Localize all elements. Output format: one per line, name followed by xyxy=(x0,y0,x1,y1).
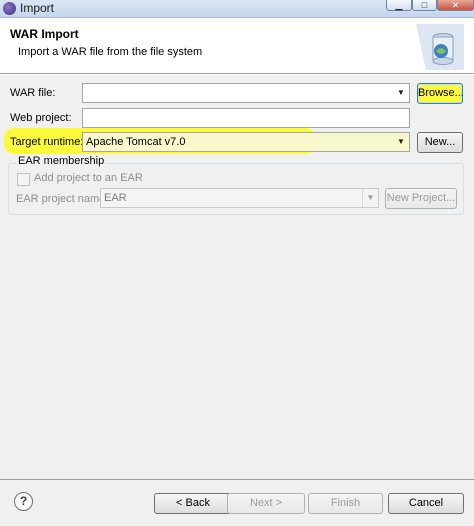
maximize-button[interactable]: □ xyxy=(412,0,437,11)
back-button[interactable]: < Back xyxy=(154,493,232,514)
wizard-banner-icon xyxy=(416,24,464,70)
wizard-header: WAR Import Import a WAR file from the fi… xyxy=(0,18,474,74)
web-project-label: Web project: xyxy=(10,112,72,124)
cancel-button[interactable]: Cancel xyxy=(388,493,464,514)
wizard-content: WAR file: ▼ Browse... Web project: Targe… xyxy=(0,75,474,526)
window-title: Import xyxy=(20,1,55,15)
footer-separator xyxy=(0,479,474,480)
add-to-ear-label: Add project to an EAR xyxy=(34,172,143,184)
add-to-ear-checkbox[interactable] xyxy=(17,173,30,186)
next-button[interactable]: Next > xyxy=(227,493,305,514)
chevron-down-icon[interactable]: ▼ xyxy=(393,84,409,102)
war-file-label: WAR file: xyxy=(10,87,56,99)
eclipse-app-icon xyxy=(3,2,16,15)
chevron-down-icon[interactable]: ▼ xyxy=(362,189,378,207)
finish-button[interactable]: Finish xyxy=(308,493,383,514)
ear-project-value: EAR xyxy=(104,192,127,204)
ear-project-label: EAR project name: xyxy=(16,193,109,205)
page-description: Import a WAR file from the file system xyxy=(18,46,203,58)
page-title: WAR Import xyxy=(10,27,79,41)
minimize-button[interactable]: ▁ xyxy=(386,0,412,11)
web-project-input[interactable] xyxy=(82,108,410,128)
target-runtime-value: Apache Tomcat v7.0 xyxy=(86,136,186,148)
new-ear-project-button[interactable]: New Project... xyxy=(385,188,457,209)
help-icon[interactable]: ? xyxy=(14,492,33,511)
ear-membership-title: EAR membership xyxy=(16,155,107,167)
target-runtime-label: Target runtime: xyxy=(10,136,84,148)
target-runtime-combo[interactable]: Apache Tomcat v7.0 ▼ xyxy=(82,132,410,152)
ear-project-combo[interactable]: EAR ▼ xyxy=(100,188,379,208)
title-bar[interactable]: Import ▁ □ ✕ xyxy=(0,0,474,18)
close-button[interactable]: ✕ xyxy=(437,0,474,11)
new-runtime-button[interactable]: New... xyxy=(417,132,463,153)
browse-button[interactable]: Browse... xyxy=(417,83,464,104)
chevron-down-icon[interactable]: ▼ xyxy=(393,133,409,151)
war-file-combo[interactable]: ▼ xyxy=(82,83,410,103)
